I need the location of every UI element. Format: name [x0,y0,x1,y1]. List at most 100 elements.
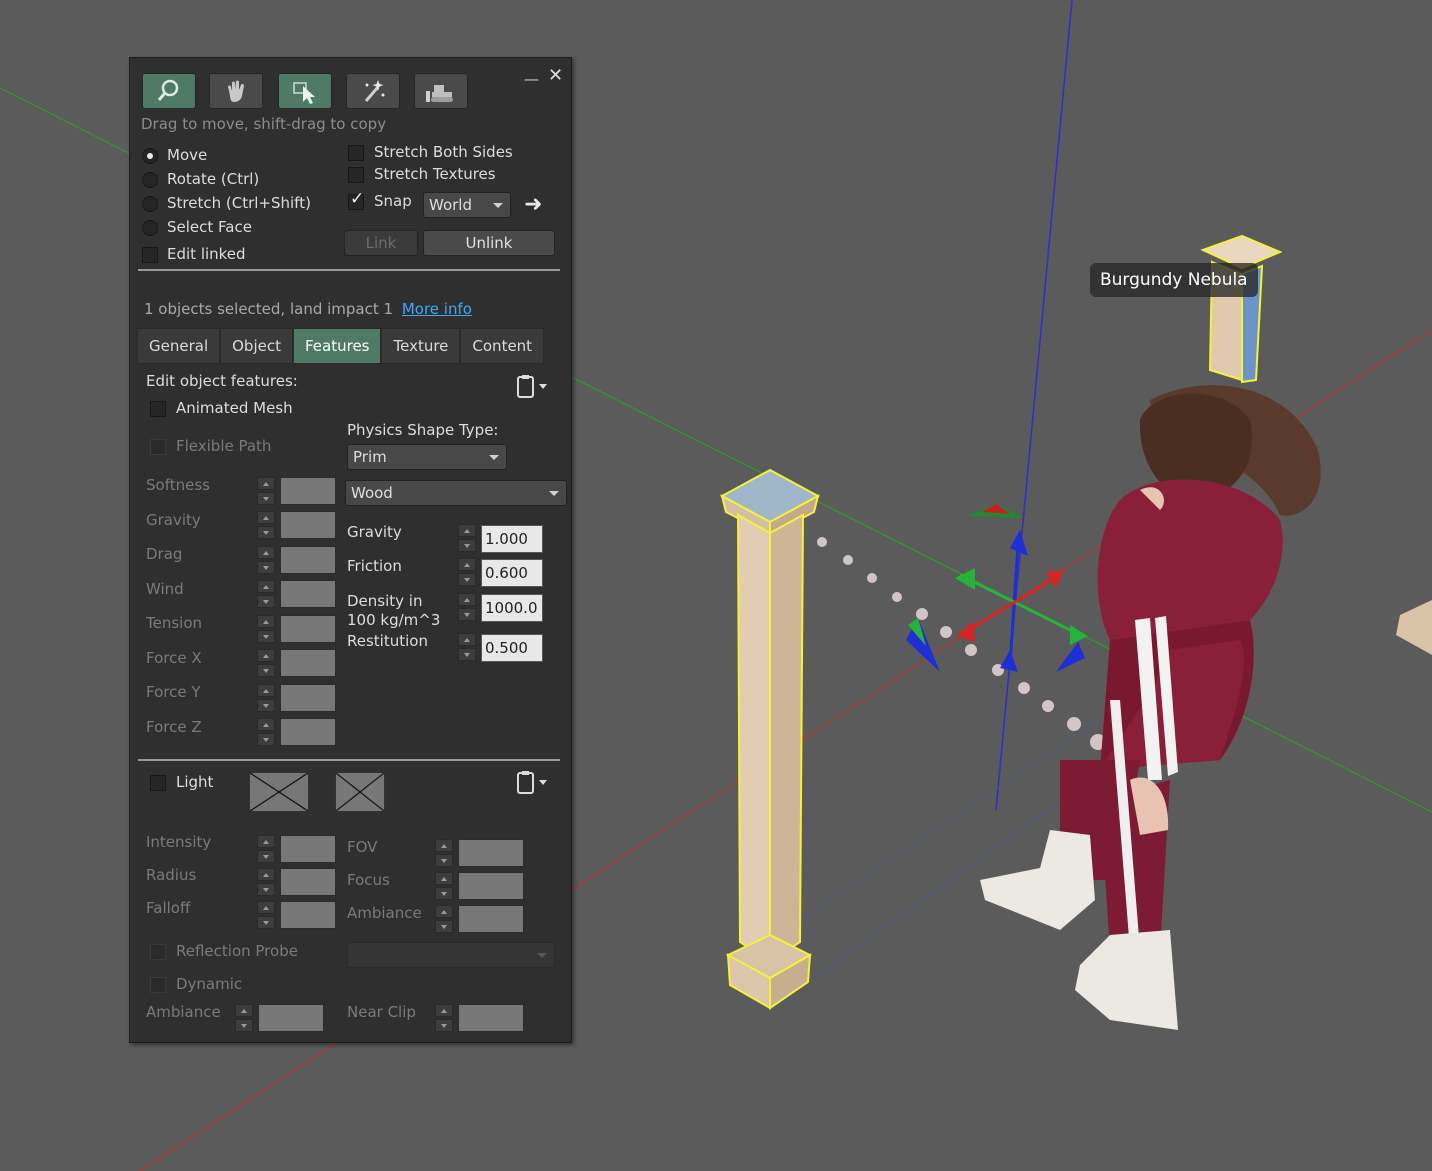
snap-grid-select[interactable]: World [423,192,511,218]
top-separator [138,269,560,271]
drag-spinner[interactable] [255,546,277,576]
flexible-path-checkbox[interactable] [150,439,166,455]
stretch-radio[interactable] [142,196,158,212]
friction-spinner[interactable] [456,558,478,588]
land-tool-button[interactable] [414,73,468,109]
light-texture-swatch[interactable] [335,772,385,812]
build-tools-floater[interactable]: — ✕ Drag to move, shift-drag to copy Mov… [129,57,572,1043]
stretch-textures-checkbox[interactable] [348,167,364,183]
stretch-textures-label: Stretch Textures [374,165,496,183]
animated-mesh-checkbox[interactable] [150,401,166,417]
magic-wand-icon [364,80,385,102]
drag-field[interactable] [280,546,336,574]
rotate-radio[interactable] [142,172,158,188]
force-x-spinner[interactable] [255,649,277,679]
clipboard-icon [517,771,547,794]
features-heading: Edit object features: [146,372,298,390]
wind-spinner[interactable] [255,580,277,610]
link-button[interactable]: Link [344,230,418,256]
wind-field[interactable] [280,580,336,608]
focus-field[interactable] [458,872,524,900]
focus-spinner[interactable] [433,872,455,902]
reflection-probe-checkbox[interactable] [150,944,166,960]
snap-checkbox[interactable]: ✓ [348,189,364,210]
reflection-probe-label: Reflection Probe [176,942,298,960]
near-clip-spinner[interactable] [433,1004,455,1034]
flex-gravity-label: Gravity [146,511,201,529]
animated-mesh-label: Animated Mesh [176,399,293,417]
force-z-spinner[interactable] [255,718,277,748]
close-icon[interactable]: ✕ [548,65,563,86]
radius-spinner[interactable] [255,868,277,898]
clipboard-menu-button[interactable] [515,374,549,400]
radius-label: Radius [146,866,197,884]
no-color-x-icon [249,772,309,812]
falloff-field[interactable] [280,901,336,929]
move-radio[interactable] [142,148,158,164]
reflection-probe-type-select[interactable] [347,942,555,968]
physics-shape-select[interactable]: Prim [347,444,507,470]
tool-hint: Drag to move, shift-drag to copy [141,115,387,133]
move-label: Move [167,146,208,164]
flexible-path-label: Flexible Path [176,437,272,455]
light-ambiance-spinner[interactable] [433,905,455,935]
physics-gravity-spinner[interactable] [456,524,478,554]
probe-ambiance-field[interactable] [258,1004,324,1032]
force-x-field[interactable] [280,649,336,677]
falloff-spinner[interactable] [255,901,277,931]
light-color-swatch[interactable] [249,772,309,812]
material-select[interactable]: Wood [345,480,567,506]
force-y-spinner[interactable] [255,684,277,714]
softness-field[interactable] [280,477,336,505]
flex-gravity-field[interactable] [280,511,336,539]
physics-gravity-input[interactable]: 1.000 [481,525,543,553]
minimize-icon[interactable]: — [524,70,539,88]
near-clip-field[interactable] [458,1004,524,1032]
restitution-spinner[interactable] [456,633,478,663]
stretch-both-sides-checkbox[interactable] [348,145,364,161]
light-clipboard-button[interactable] [515,770,549,796]
intensity-spinner[interactable] [255,835,277,865]
edit-tool-button[interactable] [278,73,332,109]
fov-field[interactable] [458,839,524,867]
intensity-field[interactable] [280,835,336,863]
edit-linked-checkbox[interactable] [142,247,158,263]
tab-content[interactable]: Content [460,328,545,364]
probe-ambiance-spinner[interactable] [233,1004,255,1034]
unlink-button[interactable]: Unlink [423,230,555,256]
friction-input[interactable]: 0.600 [481,559,543,587]
intensity-label: Intensity [146,833,212,851]
flex-gravity-spinner[interactable] [255,511,277,541]
snap-label: Snap [374,192,412,210]
dynamic-label: Dynamic [176,975,243,993]
select-face-radio[interactable] [142,220,158,236]
fov-spinner[interactable] [433,839,455,869]
density-input[interactable]: 1000.0 [481,594,543,622]
move-tool-button[interactable] [209,73,263,109]
material-value: Wood [351,484,393,502]
particle-trail [817,537,1106,750]
tension-field[interactable] [280,615,336,643]
focus-tool-button[interactable] [142,73,196,109]
radius-field[interactable] [280,868,336,896]
create-tool-button[interactable] [346,73,400,109]
tension-spinner[interactable] [255,615,277,645]
fov-label: FOV [347,838,378,856]
dynamic-checkbox[interactable] [150,977,166,993]
force-y-field[interactable] [280,684,336,712]
light-checkbox[interactable] [150,775,166,791]
restitution-label: Restitution [347,632,428,650]
softness-spinner[interactable] [255,477,277,507]
grid-options-arrow-icon[interactable]: ➜ [524,192,542,217]
tab-texture[interactable]: Texture [381,328,461,364]
tab-general[interactable]: General [137,328,221,364]
density-spinner[interactable] [456,593,478,623]
focus-label: Focus [347,871,390,889]
restitution-input[interactable]: 0.500 [481,634,543,662]
tab-object[interactable]: Object [220,328,293,364]
tab-features[interactable]: Features [292,328,382,364]
force-z-field[interactable] [280,718,336,746]
light-ambiance-field[interactable] [458,905,524,933]
selection-info: 1 objects selected, land impact 1 More i… [144,300,472,318]
more-info-link[interactable]: More info [402,300,472,318]
